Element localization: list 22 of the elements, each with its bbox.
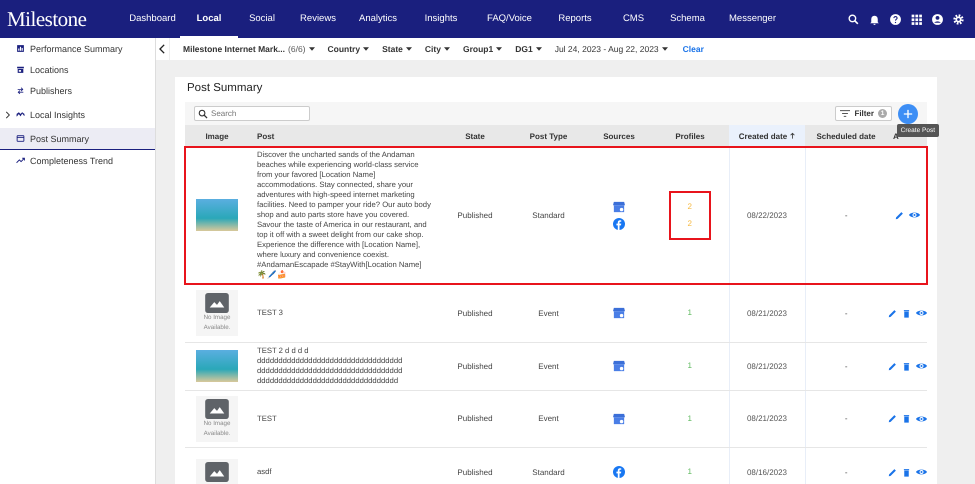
filter-count: (6/6): [288, 44, 306, 54]
created-date-cell: 08/16/2023: [729, 447, 805, 484]
post-type-cell: Event: [510, 342, 587, 390]
post-type-cell: Event: [510, 390, 587, 447]
created-date-cell: 08/22/2023: [729, 147, 805, 284]
created-date-cell: 08/21/2023: [729, 342, 805, 390]
state-cell: Published: [440, 390, 510, 447]
scheduled-date-cell: -: [805, 147, 887, 284]
scheduled-date-cell: -: [805, 390, 887, 447]
card-title: Post Summary: [186, 81, 264, 96]
post-type-cell: Standard: [510, 147, 587, 284]
state-cell: Published: [440, 284, 510, 342]
post-type-cell: Event: [510, 284, 587, 342]
scheduled-date-cell: -: [805, 342, 887, 390]
created-date-cell: 08/21/2023: [729, 390, 805, 447]
scheduled-date-cell: -: [805, 447, 887, 484]
scheduled-date-cell: -: [805, 284, 887, 342]
state-cell: Published: [440, 342, 510, 390]
post-type-cell: Standard: [510, 447, 587, 484]
state-cell: Published: [440, 147, 510, 284]
state-cell: Published: [440, 447, 510, 484]
created-date-cell: 08/21/2023: [729, 284, 805, 342]
